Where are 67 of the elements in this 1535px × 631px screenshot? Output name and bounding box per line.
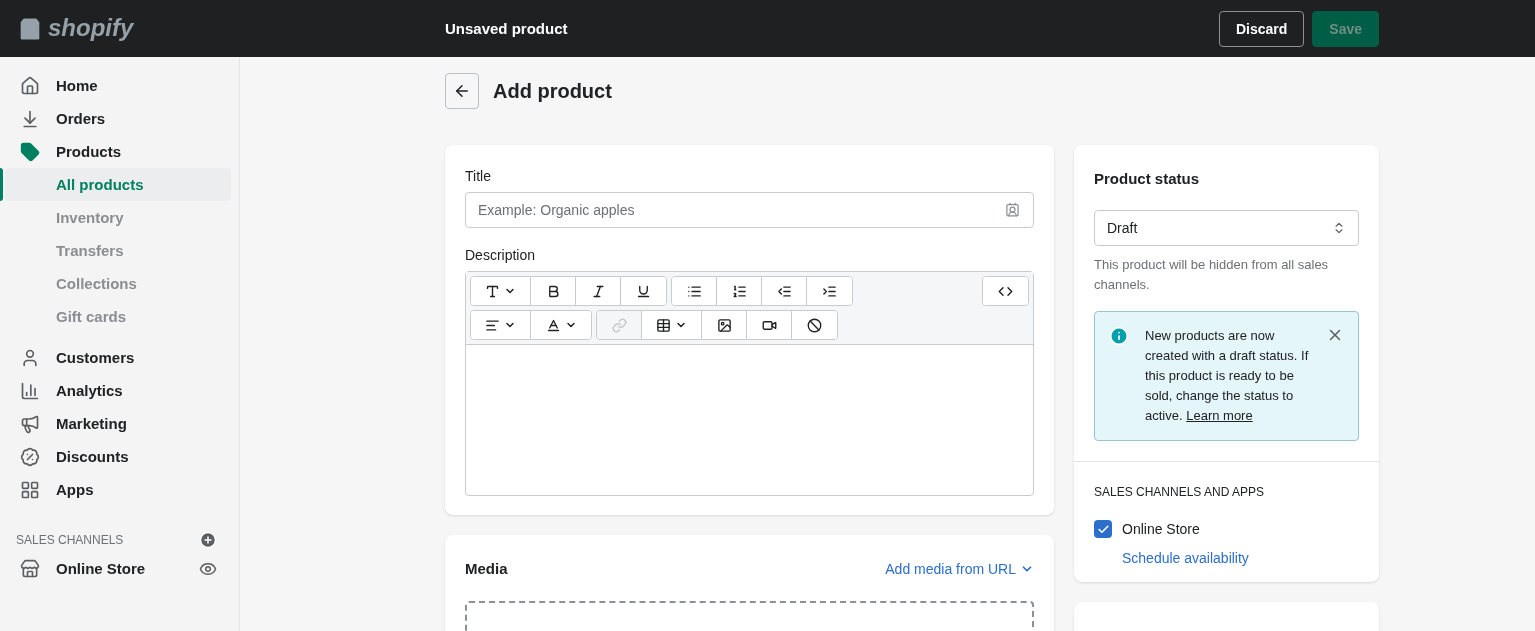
image-icon <box>716 317 732 333</box>
nav-subitem[interactable]: All products <box>5 168 231 201</box>
schedule-link[interactable]: Schedule availability <box>1122 548 1359 569</box>
home-icon <box>20 75 40 96</box>
card-title: Media <box>465 559 508 579</box>
nav-item[interactable]: Online Store <box>56 557 146 580</box>
bullet-list-icon <box>686 283 702 299</box>
percent-badge-icon <box>20 446 40 467</box>
toolbar-button[interactable] <box>621 277 666 305</box>
toolbar-button[interactable] <box>642 311 702 339</box>
toolbar-button[interactable] <box>702 311 747 339</box>
toolbar-button[interactable] <box>531 311 591 339</box>
italic-icon <box>590 283 606 299</box>
card-title: Product status <box>1094 169 1200 189</box>
font-icon <box>485 283 500 299</box>
table-icon <box>656 317 671 333</box>
align-icon <box>485 317 500 333</box>
checkmark-icon <box>1096 522 1110 536</box>
checkbox[interactable] <box>1094 520 1112 539</box>
tag-icon <box>20 141 40 162</box>
banner-message: New products are now created with a draft status. If this product is ready to be sold, change the status to active. Learn more <box>1145 327 1310 426</box>
add-circle-icon[interactable] <box>199 531 217 549</box>
info-icon <box>1109 326 1129 347</box>
learn-more-link[interactable]: Learn more <box>1186 408 1253 424</box>
toolbar-button[interactable] <box>531 277 576 305</box>
text-color-icon <box>545 317 561 333</box>
storefront-icon <box>20 558 40 579</box>
person-icon <box>20 347 40 368</box>
clear-format-icon <box>807 317 822 333</box>
toolbar-button[interactable] <box>792 311 837 339</box>
status-select[interactable]: Draft <box>1094 210 1359 247</box>
page-title: Add product <box>493 78 612 104</box>
nav-item[interactable]: Orders <box>5 102 234 135</box>
page-status-title: Unsaved product <box>445 18 568 39</box>
bar-chart-icon <box>20 380 40 401</box>
nav-item[interactable]: Apps <box>5 473 234 506</box>
title-field[interactable]: Example: Organic apples <box>465 192 1034 228</box>
toolbar-button[interactable] <box>762 277 807 305</box>
field-label: Description <box>465 246 537 265</box>
contact-card-icon <box>1005 202 1020 217</box>
back-button[interactable] <box>445 73 479 109</box>
section-heading: SALES CHANNELS <box>16 532 124 548</box>
toolbar-button[interactable] <box>471 277 531 305</box>
nav-item[interactable]: Products <box>5 135 234 168</box>
add-media-link[interactable]: Add media from URL <box>885 558 1034 579</box>
numbered-list-icon <box>731 283 747 299</box>
checkbox-label: Online Store <box>1122 520 1200 540</box>
nav-item[interactable]: Home <box>5 69 234 102</box>
toolbar-button[interactable] <box>983 277 1028 305</box>
discard-button[interactable]: Discard <box>1218 10 1305 47</box>
underline-icon <box>636 283 651 299</box>
section-heading: SALES CHANNELS AND APPS <box>1094 484 1266 501</box>
nav-item[interactable]: Discounts <box>5 440 234 473</box>
link-icon <box>611 317 627 333</box>
megaphone-icon <box>20 413 40 434</box>
help-text: This product will be hidden from all sales channels. <box>1094 256 1330 295</box>
outdent-icon <box>776 283 792 299</box>
toolbar-button[interactable] <box>471 311 531 339</box>
toolbar-button[interactable] <box>747 311 792 339</box>
inbox-download-icon <box>20 108 40 129</box>
nav-item[interactable]: Analytics <box>5 374 234 407</box>
logo-wordmark: shopify <box>48 13 134 44</box>
indent-icon <box>822 283 837 299</box>
nav-item[interactable]: Marketing <box>5 407 234 440</box>
nav-item[interactable]: Customers <box>5 341 234 374</box>
toolbar-button[interactable] <box>717 277 762 305</box>
field-label: Title <box>465 167 492 186</box>
